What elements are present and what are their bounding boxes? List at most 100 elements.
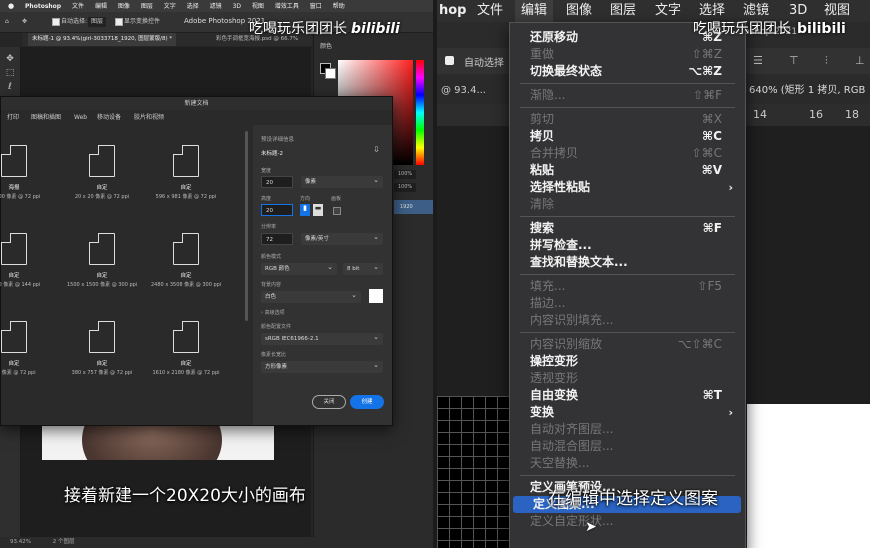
edit-menu-item[interactable]: 定义自定形状... bbox=[510, 513, 745, 530]
edit-menu-item[interactable]: 描边... bbox=[510, 295, 745, 312]
width-unit-select[interactable]: 像素 bbox=[301, 174, 383, 188]
edit-menu-item[interactable]: 自动对齐图层... bbox=[510, 421, 745, 438]
create-button[interactable]: 创建 bbox=[350, 395, 384, 409]
marquee-tool-icon[interactable]: ⬚ bbox=[4, 67, 16, 79]
edit-menu-item[interactable]: 搜索 ⌘F bbox=[510, 220, 745, 237]
move-tool-icon[interactable]: ✥ bbox=[22, 12, 27, 32]
edit-menu-item[interactable]: 内容识别填充... bbox=[510, 312, 745, 329]
align-center-icon[interactable]: ☰ bbox=[753, 54, 763, 67]
close-button[interactable]: 关闭 bbox=[312, 395, 346, 409]
portrait-orientation-icon[interactable]: ▮ bbox=[300, 204, 310, 216]
color-profile-select[interactable]: sRGB IEC61966-2.1 bbox=[261, 331, 383, 345]
doc-tab[interactable]: @ 93.4... bbox=[441, 78, 486, 104]
edit-menu-item[interactable]: 填充... ⇧F5 bbox=[510, 278, 745, 295]
color-mode-select[interactable]: RGB 颜色 bbox=[261, 261, 337, 275]
fill-value[interactable]: 100% bbox=[394, 183, 416, 192]
pixel-ratio-select[interactable]: 方形像素 bbox=[261, 359, 383, 373]
menu-item-label: 自由变换 bbox=[530, 388, 579, 402]
menu-file[interactable]: 文件 bbox=[477, 0, 503, 22]
edit-menu-item[interactable]: 透视变形 bbox=[510, 370, 745, 387]
edit-menu-item[interactable]: 天空替换... bbox=[510, 455, 745, 472]
document-icon bbox=[1, 145, 27, 177]
menu-type[interactable]: 文字 bbox=[655, 0, 681, 22]
edit-menu-item[interactable]: 粘贴 ⌘V bbox=[510, 162, 745, 179]
preset-tile[interactable]: 海报 x 1500 像素 @ 72 ppi bbox=[0, 137, 49, 227]
preset-tile[interactable]: 自定 596 x 981 像素 @ 72 ppi bbox=[151, 137, 221, 227]
tab-film[interactable]: 胶片和视频 bbox=[134, 111, 164, 125]
layer-row[interactable]: 1920 bbox=[394, 200, 433, 214]
auto-select-dropdown[interactable]: 图层 bbox=[88, 17, 107, 27]
home-icon[interactable]: ⌂ bbox=[5, 12, 9, 32]
preset-tile[interactable]: 自定 x 2 像素 @ 72 ppi bbox=[0, 313, 49, 403]
artboard-checkbox[interactable] bbox=[333, 207, 341, 215]
doc-tab-info[interactable]: 640% (矩形 1 拷贝, RGB bbox=[749, 78, 865, 104]
menu-image[interactable]: 图像 bbox=[566, 0, 592, 22]
resolution-label: 分辨率 bbox=[261, 224, 277, 230]
distribute-icon[interactable]: ⫶ bbox=[825, 54, 828, 68]
transform-checkbox[interactable] bbox=[115, 12, 123, 32]
move-tool-icon[interactable]: ✥ bbox=[4, 53, 16, 65]
save-preset-icon[interactable]: ⇩ bbox=[373, 145, 380, 154]
align-bottom-icon[interactable]: ⊥ bbox=[855, 54, 865, 67]
menu-edit[interactable]: 编辑 bbox=[515, 0, 554, 22]
tab-mobile[interactable]: 移动设备 bbox=[97, 111, 121, 125]
tab-print[interactable]: 打印 bbox=[7, 111, 19, 125]
align-top-icon[interactable]: ⊤ bbox=[789, 54, 799, 67]
bilibili-logo: bilibili bbox=[351, 21, 400, 37]
edit-menu-item[interactable]: 自动混合图层... bbox=[510, 438, 745, 455]
landscape-orientation-icon[interactable]: ▬ bbox=[313, 204, 323, 216]
zoom-level[interactable]: 93.42% bbox=[10, 539, 31, 545]
auto-select-label: 自动选择: bbox=[61, 18, 88, 25]
edit-menu-item[interactable]: 切换最终状态 ⌥⌘Z bbox=[510, 63, 745, 80]
preset-tile[interactable]: 自定 1500 x 1500 像素 @ 300 ppi bbox=[67, 225, 137, 315]
edit-menu-item[interactable]: 拷贝 ⌘C bbox=[510, 128, 745, 145]
edit-menu-item[interactable]: 清除 bbox=[510, 196, 745, 213]
tab-web[interactable]: Web bbox=[74, 111, 87, 125]
advanced-label: 高级选项 bbox=[264, 310, 285, 316]
auto-select-checkbox[interactable] bbox=[52, 12, 60, 32]
menu-item-shortcut: ⇧⌘F bbox=[693, 88, 722, 102]
pixel-grid-canvas bbox=[437, 396, 509, 548]
edit-menu-item[interactable]: 合并拷贝 ⇧⌘C bbox=[510, 145, 745, 162]
edit-menu-item[interactable]: 变换 › bbox=[510, 404, 745, 421]
edit-menu-item[interactable]: 重做 ⇧⌘Z bbox=[510, 46, 745, 63]
width-input[interactable]: 20 bbox=[261, 176, 293, 188]
menu-item-label: 透视变形 bbox=[530, 371, 579, 385]
edit-menu-item[interactable]: 自由变换 ⌘T bbox=[510, 387, 745, 404]
bit-depth-select[interactable]: 8 bit bbox=[343, 261, 383, 275]
preset-tile[interactable]: 自定 1610 x 2180 像素 @ 72 ppi bbox=[151, 313, 221, 403]
background-color-swatch[interactable] bbox=[369, 289, 383, 303]
resolution-unit-select[interactable]: 像素/英寸 bbox=[301, 231, 383, 245]
hue-slider[interactable] bbox=[416, 60, 424, 165]
edit-menu-item[interactable]: 选择性粘贴 › bbox=[510, 179, 745, 196]
advanced-toggle[interactable]: › 高级选项 bbox=[261, 309, 285, 316]
document-icon bbox=[89, 321, 115, 353]
preset-tile[interactable]: 自定 2480 x 3508 像素 @ 300 ppi bbox=[151, 225, 221, 315]
tab-art[interactable]: 图稿和插图 bbox=[31, 111, 61, 125]
preset-tile[interactable]: 自定 380 x 757 像素 @ 72 ppi bbox=[67, 313, 137, 403]
opacity-value[interactable]: 100% bbox=[394, 170, 416, 179]
menu-item-label: 清除 bbox=[530, 197, 555, 211]
fg-bg-swatches[interactable] bbox=[320, 63, 336, 79]
menu-layer[interactable]: 图层 bbox=[610, 0, 636, 22]
preset-size: 1500 x 1500 像素 @ 300 ppi bbox=[67, 282, 138, 288]
doc-tab-1[interactable]: 未标题-1 @ 93.4%(girl-3033718_1920, 图层蒙版/8)… bbox=[28, 33, 177, 46]
edit-menu-item[interactable]: 内容识别缩放 ⌥⇧⌘C bbox=[510, 336, 745, 353]
height-input[interactable]: 20 bbox=[261, 204, 293, 216]
edit-menu-item[interactable]: 渐隐... ⇧⌘F bbox=[510, 87, 745, 104]
menu-photoshop[interactable]: hop bbox=[439, 0, 467, 22]
preset-scrollbar[interactable] bbox=[245, 131, 248, 321]
edit-menu-item[interactable]: 查找和替换文本... bbox=[510, 254, 745, 271]
apple-icon[interactable]: ● bbox=[8, 0, 14, 12]
document-name[interactable]: 未标题-2 bbox=[261, 149, 283, 157]
preset-tile[interactable]: 自定 x 300 像素 @ 144 ppi bbox=[0, 225, 49, 315]
preset-tile[interactable]: 自定 20 x 20 像素 @ 72 ppi bbox=[67, 137, 137, 227]
auto-select-checkbox[interactable] bbox=[445, 56, 454, 65]
edit-menu-item[interactable]: 剪切 ⌘X bbox=[510, 111, 745, 128]
lasso-tool-icon[interactable]: ℓ bbox=[4, 81, 16, 93]
resolution-input[interactable]: 72 bbox=[261, 233, 293, 245]
edit-menu-item[interactable]: 拼写检查... bbox=[510, 237, 745, 254]
edit-menu-item[interactable]: 操控变形 bbox=[510, 353, 745, 370]
menu-item-label: 搜索 bbox=[530, 221, 555, 235]
background-select[interactable]: 白色 bbox=[261, 289, 361, 303]
